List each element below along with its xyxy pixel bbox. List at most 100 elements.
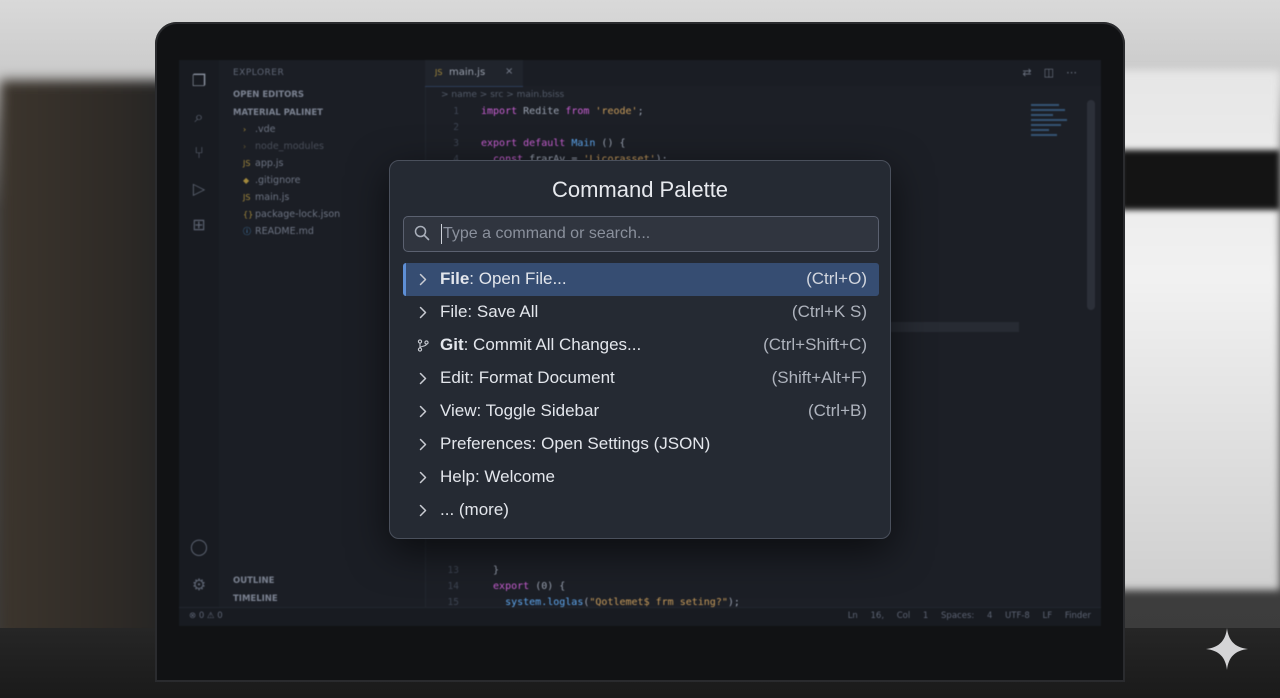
run-debug-icon[interactable]: ▷ xyxy=(188,178,210,200)
line-number: 1 xyxy=(453,106,459,117)
source-control-icon[interactable]: ⑂ xyxy=(188,142,210,164)
close-icon[interactable]: × xyxy=(505,66,513,77)
background-object xyxy=(1120,150,1280,210)
js-file-icon: JS xyxy=(243,193,251,202)
breadcrumb[interactable]: > name > src > main.bsiss xyxy=(441,90,564,100)
file-item[interactable]: ◆ .gitignore xyxy=(243,175,300,186)
palette-title: Command Palette xyxy=(551,177,729,202)
command-label: Preferences: Open Settings (JSON) xyxy=(440,434,710,454)
text-caret xyxy=(441,224,442,244)
code-line[interactable]: import Redite from 'reode'; xyxy=(481,106,644,117)
outline-section[interactable]: OUTLINE xyxy=(233,576,274,586)
file-item[interactable]: › .vde xyxy=(243,124,276,135)
more-actions-icon[interactable]: ⋯ xyxy=(1066,66,1089,79)
command-list: File: Open File... (Ctrl+O) File: Save All… xyxy=(403,263,879,527)
js-file-icon: JS xyxy=(243,159,251,168)
command-text: (more) xyxy=(454,500,509,519)
command-label: View: Toggle Sidebar xyxy=(440,401,599,421)
tab-bar: JS main.js × ⇄◫⋯ xyxy=(425,60,1101,87)
command-category: File xyxy=(440,302,468,321)
command-text: : Toggle Sidebar xyxy=(476,401,600,420)
command-label: ... (more) xyxy=(440,500,509,520)
account-icon[interactable]: ◯ xyxy=(188,536,210,558)
info-file-icon: ⓘ xyxy=(243,227,251,236)
file-item[interactable]: {} package-lock.json xyxy=(243,209,340,220)
timeline-section[interactable]: TIMELINE xyxy=(233,594,278,604)
command-search-box[interactable] xyxy=(403,216,879,252)
extensions-icon[interactable]: ⊞ xyxy=(188,214,210,236)
minimap[interactable] xyxy=(1031,104,1071,164)
chevron-right-icon xyxy=(419,372,427,385)
activity-bar: ❐ ⌕ ⑂ ▷ ⊞ ◯ ⚙ xyxy=(179,60,219,626)
js-file-icon: JS xyxy=(435,68,443,77)
file-item[interactable]: › node_modules xyxy=(243,141,324,152)
command-item[interactable]: Help: Welcome xyxy=(403,461,879,494)
editor-actions: ⇄◫⋯ xyxy=(1022,66,1089,79)
command-category: File xyxy=(440,269,470,288)
open-editors-section[interactable]: OPEN EDITORS xyxy=(233,90,304,100)
command-label: Help: Welcome xyxy=(440,467,555,487)
tab-label: main.js xyxy=(449,67,486,78)
line-number: 14 xyxy=(447,581,459,592)
line-number: 13 xyxy=(447,565,459,576)
command-text: : Commit All Changes... xyxy=(463,335,642,354)
chevron-right-icon xyxy=(419,438,427,451)
json-file-icon: {} xyxy=(243,210,254,219)
folder-icon: › xyxy=(243,125,247,134)
chevron-right-icon xyxy=(419,504,427,517)
explorer-title: EXPLORER xyxy=(233,68,285,78)
project-section[interactable]: MATERIAL PALINET xyxy=(233,108,323,118)
command-item[interactable]: Preferences: Open Settings (JSON) xyxy=(403,428,879,461)
file-item[interactable]: JS app.js xyxy=(243,158,284,169)
command-item[interactable]: Git: Commit All Changes... (Ctrl+Shift+C) xyxy=(403,329,879,362)
command-category: Edit xyxy=(440,368,470,387)
keyboard-shortcut: (Ctrl+K S) xyxy=(791,302,867,321)
command-item[interactable]: View: Toggle Sidebar (Ctrl+B) xyxy=(403,395,879,428)
command-category: View xyxy=(440,401,477,420)
command-text: : Welcome xyxy=(474,467,555,486)
command-palette: Command Palette File: Open File... (Ctrl+… xyxy=(389,160,891,539)
command-label: File: Open File... xyxy=(440,269,567,289)
keyboard-shortcut: (Ctrl+Shift+C) xyxy=(763,335,867,354)
files-icon[interactable]: ❐ xyxy=(188,70,210,92)
git-branch-icon xyxy=(417,339,429,352)
keyboard-shortcut: (Ctrl+B) xyxy=(807,401,867,420)
sparkle-icon xyxy=(1206,628,1248,670)
file-item[interactable]: ⓘ README.md xyxy=(243,226,314,237)
problems-status[interactable]: ⊗ 0 ⚠ 0 xyxy=(189,611,223,621)
command-item[interactable]: File: Open File... (Ctrl+O) xyxy=(403,263,879,296)
current-line-highlight xyxy=(879,322,1019,332)
file-item[interactable]: JS main.js xyxy=(243,192,289,203)
compare-icon[interactable]: ⇄ xyxy=(1022,66,1043,79)
chevron-right-icon xyxy=(419,471,427,484)
split-editor-icon[interactable]: ◫ xyxy=(1044,66,1066,79)
chevron-right-icon xyxy=(419,405,427,418)
search-icon[interactable]: ⌕ xyxy=(188,106,210,128)
command-label: Git: Commit All Changes... xyxy=(440,335,641,355)
command-item[interactable]: Edit: Format Document (Shift+Alt+F) xyxy=(403,362,879,395)
command-category: ... xyxy=(440,500,455,519)
background-shelf xyxy=(0,80,170,640)
editor-scrollbar[interactable] xyxy=(1087,100,1095,310)
keyboard-shortcut: (Ctrl+O) xyxy=(806,269,867,288)
search-icon xyxy=(414,225,430,241)
code-line[interactable]: export default Main () { xyxy=(481,138,626,149)
command-label: File: Save All xyxy=(440,302,538,322)
command-text: : Save All xyxy=(467,302,539,321)
command-category: Preferences xyxy=(440,434,532,453)
command-search-input[interactable] xyxy=(443,217,863,251)
code-line[interactable]: export (0) { xyxy=(481,581,565,592)
settings-gear-icon[interactable]: ⚙ xyxy=(188,574,210,596)
chevron-right-icon xyxy=(419,306,427,319)
command-text: : Open Settings (JSON) xyxy=(531,434,711,453)
tab-main-js[interactable]: JS main.js × xyxy=(425,60,523,87)
editor-status-items[interactable]: Ln 16, Col 1 Spaces: 4 UTF-8 LF Finder xyxy=(848,611,1091,621)
status-bar: ⊗ 0 ⚠ 0 Ln 16, Col 1 Spaces: 4 UTF-8 LF … xyxy=(179,607,1101,626)
chevron-right-icon xyxy=(419,273,427,286)
line-number: 2 xyxy=(453,122,459,133)
code-line[interactable]: } xyxy=(481,565,499,576)
command-item[interactable]: ... (more) xyxy=(403,494,879,527)
command-item[interactable]: File: Save All (Ctrl+K S) xyxy=(403,296,879,329)
background-window xyxy=(1100,70,1280,590)
git-file-icon: ◆ xyxy=(243,176,250,185)
